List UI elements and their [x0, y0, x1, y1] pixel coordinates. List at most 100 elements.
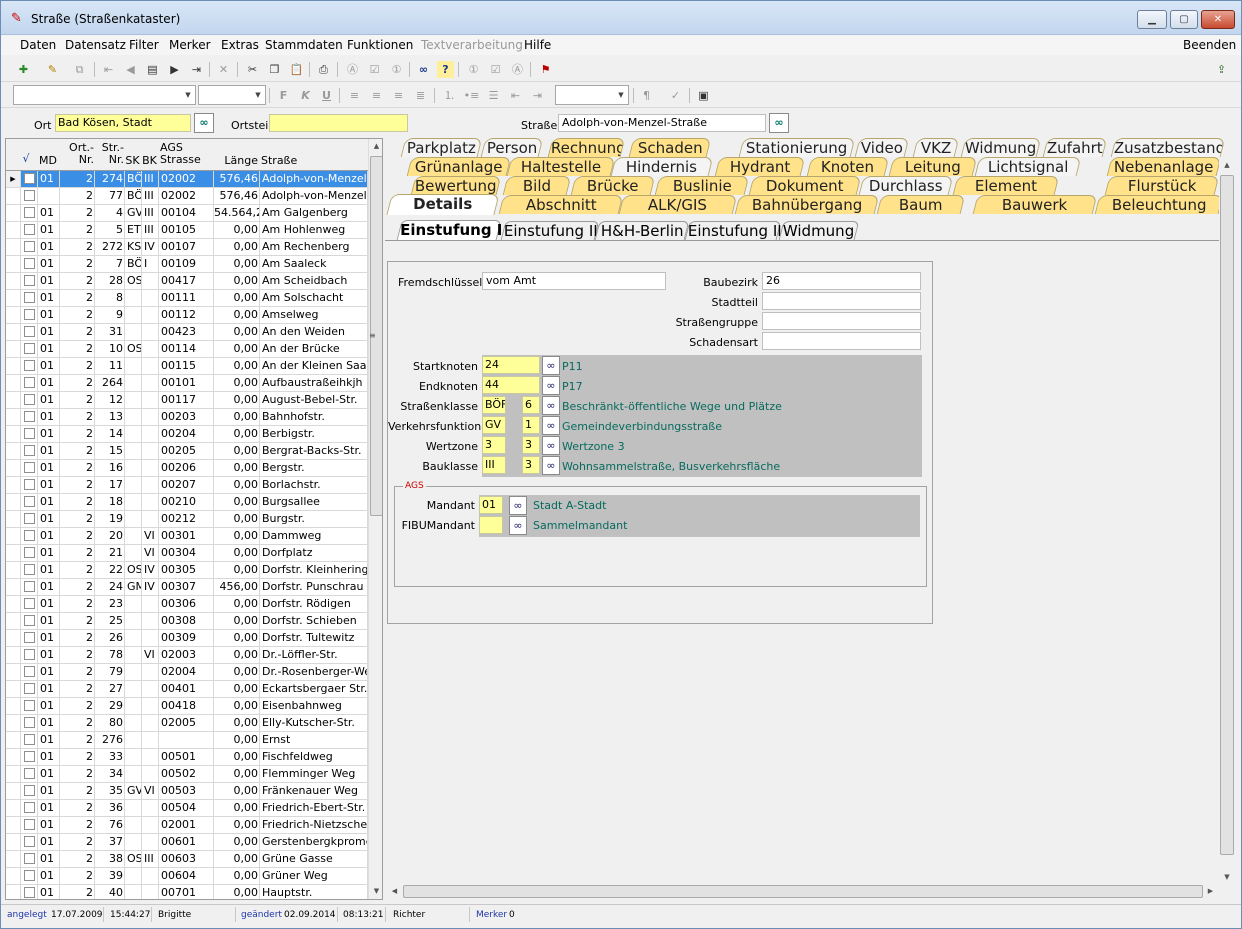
- table-row[interactable]: 01 2 39 00604 0,00 Grüner Weg: [6, 868, 368, 885]
- table-row[interactable]: 01 2 23 00306 0,00 Dorfstr. Rödigen: [6, 596, 368, 613]
- row-checkbox[interactable]: [23, 224, 35, 235]
- tab-beleuchtung[interactable]: Beleuchtung: [1094, 195, 1224, 214]
- ort-search-icon[interactable]: ∞: [194, 113, 214, 133]
- row-checkbox[interactable]: [23, 734, 35, 745]
- bullet-list-icon[interactable]: •≡: [463, 87, 480, 104]
- table-row[interactable]: 01 2 15 00205 0,00 Bergrat-Backs-Str.: [6, 443, 368, 460]
- strassengruppe-field[interactable]: [762, 312, 921, 330]
- bold-icon[interactable]: F: [275, 87, 292, 104]
- table-row[interactable]: 01 2 5 ET III 00105 0,00 Am Hohlenweg: [6, 222, 368, 239]
- header-bk[interactable]: BK: [141, 155, 158, 167]
- delete-icon[interactable]: ✕: [215, 61, 232, 78]
- row-checkbox[interactable]: [23, 751, 35, 762]
- close-button[interactable]: ✕: [1201, 10, 1235, 29]
- copy-record-icon[interactable]: ⧉: [71, 61, 88, 78]
- flag-icon[interactable]: ⚑: [537, 61, 554, 78]
- table-row[interactable]: 01276 020010,00Friedrich-Nietzsche-Str: [6, 817, 368, 834]
- new-record-icon[interactable]: ✚: [15, 61, 32, 78]
- tab-hindernis[interactable]: Hindernis: [610, 157, 714, 176]
- scroll-right-icon[interactable]: ▶: [1203, 884, 1218, 899]
- tab-baum[interactable]: Baum: [876, 195, 966, 214]
- tab-flurstück[interactable]: Flurstück: [1104, 176, 1220, 195]
- endknoten-field[interactable]: 44: [482, 376, 540, 394]
- row-checkbox[interactable]: [23, 479, 35, 490]
- strassenklasse-search-icon[interactable]: ∞: [542, 396, 560, 415]
- tab-grünanlage[interactable]: Grünanlage: [406, 157, 512, 176]
- wertzone-field[interactable]: 3: [482, 436, 506, 454]
- fibumandant-search-icon[interactable]: ∞: [509, 516, 527, 535]
- row-checkbox[interactable]: [23, 581, 35, 592]
- marker-one-icon[interactable]: ①: [388, 61, 405, 78]
- table-row[interactable]: ▶ 01 2 274 BÖ III 02002 576,46 Adolph-von-Menzel…: [6, 171, 368, 188]
- table-row[interactable]: 01 2 31 00423 0,00 An den Weiden: [6, 324, 368, 341]
- help-question-icon[interactable]: ?: [437, 61, 454, 78]
- page-setup-icon[interactable]: ▣: [695, 87, 712, 104]
- row-checkbox[interactable]: [23, 683, 35, 694]
- row-checkbox[interactable]: [23, 360, 35, 371]
- tab-rechnung[interactable]: Rechnung: [547, 138, 626, 157]
- header-strasse[interactable]: Straße: [261, 155, 321, 167]
- table-row[interactable]: 01 2 20 VI 00301 0,00 Dammweg: [6, 528, 368, 545]
- scroll-up-icon[interactable]: ▲: [1219, 158, 1235, 173]
- marker-check-icon[interactable]: ☑: [366, 61, 383, 78]
- bauklasse-nr-field[interactable]: 3: [522, 456, 540, 474]
- table-row[interactable]: 01 2 264 00101 0,00 Aufbaustraßeihkjh: [6, 375, 368, 392]
- table-row[interactable]: 01237 006010,00Gerstenbergkpromena: [6, 834, 368, 851]
- row-checkbox[interactable]: [23, 241, 35, 252]
- tab-parkplatz[interactable]: Parkplatz: [400, 138, 483, 157]
- row-checkbox[interactable]: [23, 547, 35, 558]
- menu-datensatz[interactable]: Datensatz: [65, 38, 126, 52]
- tab-alk-gis[interactable]: ALK/GIS: [618, 195, 738, 214]
- subtab-1[interactable]: Einstufung II: [500, 221, 600, 240]
- table-row[interactable]: 01 2 18 00210 0,00 Burgsallee: [6, 494, 368, 511]
- row-checkbox[interactable]: [23, 258, 35, 269]
- scroll-thumb[interactable]: [403, 885, 1203, 898]
- table-row[interactable]: 01 2 276 0,00 Ernst: [6, 732, 368, 749]
- endknoten-search-icon[interactable]: ∞: [542, 376, 560, 395]
- row-checkbox[interactable]: [23, 207, 35, 218]
- header-ags-strasse[interactable]: AGS Strasse: [160, 142, 215, 166]
- row-checkbox[interactable]: [23, 292, 35, 303]
- subtab-3[interactable]: Einstufung II: [684, 221, 782, 240]
- baubezirk-field[interactable]: 26: [762, 272, 921, 290]
- schadensart-field[interactable]: [762, 332, 921, 350]
- style-select[interactable]: ▼: [555, 85, 629, 105]
- scroll-up-icon[interactable]: ▲: [369, 139, 382, 154]
- stadtteil-field[interactable]: [762, 292, 921, 310]
- detail-vscrollbar[interactable]: ▲ ▼: [1219, 158, 1235, 900]
- row-checkbox[interactable]: [23, 717, 35, 728]
- row-checkbox[interactable]: [23, 853, 35, 864]
- wertzone-search-icon[interactable]: ∞: [542, 436, 560, 455]
- menu-textverarbeitung[interactable]: Textverarbeitung: [421, 38, 523, 52]
- spellcheck-icon[interactable]: ✓: [667, 87, 684, 104]
- ort-field[interactable]: Bad Kösen, Stadt: [55, 114, 191, 132]
- row-checkbox[interactable]: [23, 785, 35, 796]
- tab-abschnitt[interactable]: Abschnitt: [498, 195, 624, 214]
- table-row[interactable]: 01 2 28 OS 00417 0,00 Am Scheidbach: [6, 273, 368, 290]
- paragraph-icon[interactable]: ¶: [638, 87, 655, 104]
- menu-funktionen[interactable]: Funktionen: [347, 38, 413, 52]
- font-size-select[interactable]: ▼: [198, 85, 266, 105]
- align-left-icon[interactable]: ≡: [346, 87, 363, 104]
- outdent-icon[interactable]: ⇤: [507, 87, 524, 104]
- splitter-grip-icon[interactable]: ≡: [369, 331, 377, 343]
- row-checkbox[interactable]: [23, 666, 35, 677]
- table-row[interactable]: 01224GMIV00307456,00Dorfstr. Punschrau: [6, 579, 368, 596]
- verkehrsfunktion-field[interactable]: GV: [482, 416, 506, 434]
- tab-zusatzbestand[interactable]: Zusatzbestand: [1110, 138, 1226, 157]
- list-icon[interactable]: ☰: [485, 87, 502, 104]
- row-checkbox[interactable]: [23, 632, 35, 643]
- tab-dokument[interactable]: Dokument: [748, 176, 862, 195]
- row-checkbox[interactable]: [23, 275, 35, 286]
- row-checkbox[interactable]: [23, 445, 35, 456]
- table-row[interactable]: 01222OSIV003050,00Dorfstr. Kleinheringen: [6, 562, 368, 579]
- tab-widmung[interactable]: Widmung: [960, 138, 1042, 157]
- italic-icon[interactable]: K: [297, 87, 314, 104]
- menu-stammdaten[interactable]: Stammdaten: [265, 38, 343, 52]
- copy-icon[interactable]: ❐: [266, 61, 283, 78]
- tab-brücke[interactable]: Brücke: [570, 176, 656, 195]
- strassenklasse-nr-field[interactable]: 6: [522, 396, 540, 414]
- row-checkbox[interactable]: [23, 836, 35, 847]
- table-row[interactable]: 01 2 25 00308 0,00 Dorfstr. Schieben: [6, 613, 368, 630]
- table-row[interactable]: 01 2 40 00701 0,00 Hauptstr.: [6, 885, 368, 899]
